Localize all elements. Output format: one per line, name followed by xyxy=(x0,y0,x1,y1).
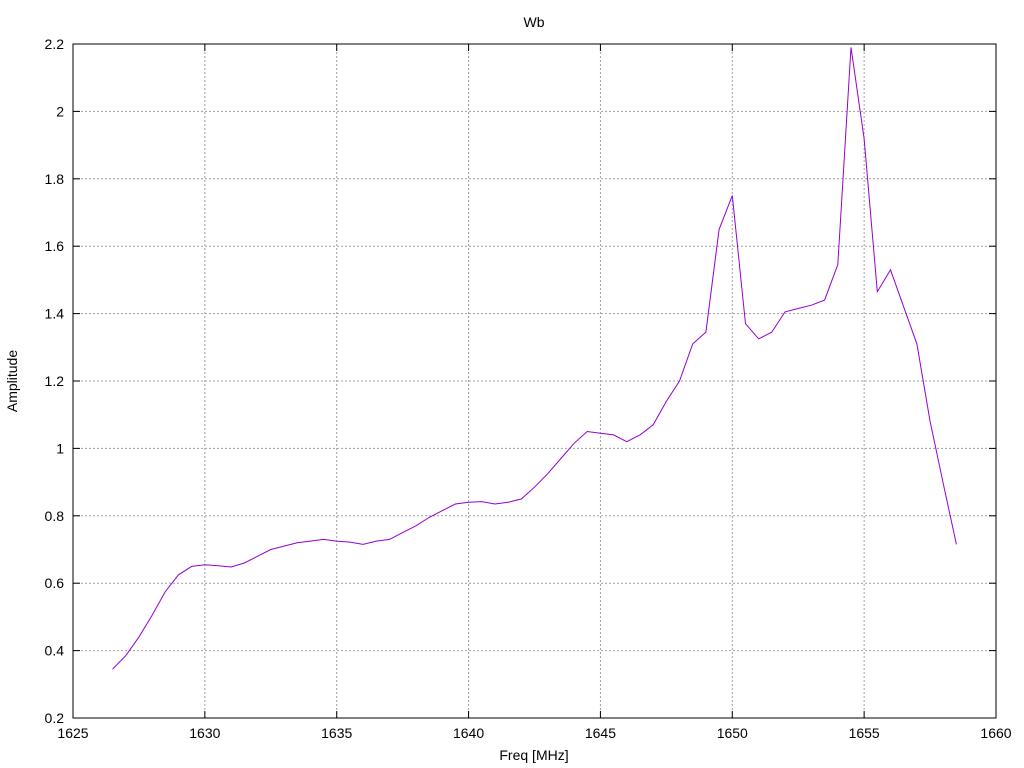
y-tick-label: 0.6 xyxy=(45,575,65,591)
y-tick-label: 0.4 xyxy=(45,643,65,659)
x-tick-label: 1635 xyxy=(321,725,352,741)
y-tick-label: 2.2 xyxy=(45,36,65,52)
x-tick-labels: 1625 1630 1635 1640 1645 1650 1655 1660 xyxy=(57,725,1011,741)
y-tick-label: 1 xyxy=(56,440,64,456)
x-tick-label: 1650 xyxy=(717,725,748,741)
x-tick-label: 1660 xyxy=(980,725,1011,741)
line-chart: 1625 1630 1635 1640 1645 1650 1655 1660 0.20.40… xyxy=(4,14,1012,763)
y-tick-label: 0.8 xyxy=(45,508,65,524)
x-tick-label: 1645 xyxy=(585,725,616,741)
chart-title: Wb xyxy=(524,14,545,30)
series-line xyxy=(112,47,957,670)
grid xyxy=(73,44,996,718)
y-tick-label: 1.4 xyxy=(45,306,65,322)
x-tick-label: 1655 xyxy=(849,725,880,741)
y-axis-title: Amplitude xyxy=(4,350,20,412)
y-tick-label: 1.2 xyxy=(45,373,65,389)
x-axis-title: Freq [MHz] xyxy=(499,747,568,763)
y-tick-label: 1.8 xyxy=(45,171,65,187)
x-tick-label: 1640 xyxy=(453,725,484,741)
y-tick-label: 0.2 xyxy=(45,710,65,726)
y-tick-label: 2 xyxy=(56,103,64,119)
y-tick-labels: 0.2 0.4 0.6 0.8 1 1.2 1.4 1.6 1.8 2 2.2 xyxy=(45,36,65,726)
x-tick-label: 1630 xyxy=(189,725,220,741)
x-tick-label: 1625 xyxy=(57,725,88,741)
series-layer xyxy=(112,47,957,670)
y-tick-label: 1.6 xyxy=(45,238,65,254)
